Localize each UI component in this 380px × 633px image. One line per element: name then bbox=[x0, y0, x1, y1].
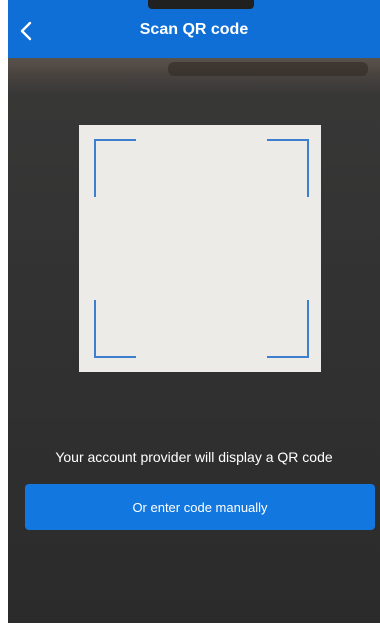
frame-corner-top-right bbox=[267, 139, 309, 197]
nav-bar: Scan QR code bbox=[8, 0, 380, 58]
back-button[interactable] bbox=[8, 16, 44, 50]
chevron-left-icon bbox=[20, 21, 32, 46]
frame-corner-top-left bbox=[94, 139, 136, 197]
manual-button-label: Or enter code manually bbox=[132, 499, 268, 515]
frame-corner-bottom-left bbox=[94, 300, 136, 358]
camera-view: Scan QR code Your account provider will … bbox=[8, 0, 380, 623]
qr-viewfinder bbox=[79, 125, 321, 372]
frame-corner-bottom-right bbox=[267, 300, 309, 358]
camera-feed-background bbox=[8, 58, 380, 92]
scan-instruction: Your account provider will display a QR … bbox=[55, 449, 333, 465]
device-notch bbox=[148, 0, 254, 9]
page-title: Scan QR code bbox=[139, 21, 249, 38]
enter-code-manually-button[interactable]: Or enter code manually bbox=[25, 484, 375, 530]
screen: Scan QR code Your account provider will … bbox=[0, 0, 380, 633]
